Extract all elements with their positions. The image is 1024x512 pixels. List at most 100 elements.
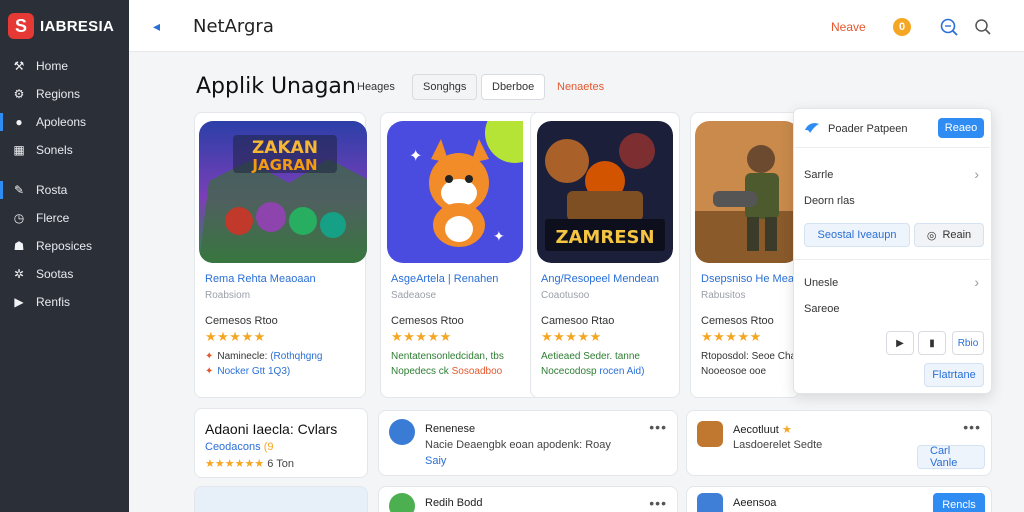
sidebar-item-label: Apoleons — [36, 115, 87, 129]
sidebar-item-home[interactable]: ⚒ Home — [0, 52, 129, 80]
sidebar-item-reposices[interactable]: ☗ Reposices — [0, 232, 129, 260]
app-note: ✦ Nocker Gtt 1Q3) — [205, 366, 290, 377]
more-options-icon[interactable]: ••• — [649, 495, 667, 511]
note-link[interactable]: (Rothqhgng — [270, 351, 322, 362]
chevron-right-icon[interactable]: › — [974, 166, 979, 182]
note-link[interactable]: rocen Aid) — [599, 366, 644, 377]
svg-text:✦: ✦ — [409, 148, 422, 165]
sidebar-item-rosta[interactable]: ✎ Rosta — [0, 176, 129, 204]
app-title[interactable]: AsgeArtela | Renahen — [391, 273, 498, 285]
featured-title[interactable]: Adaoni Iaecla: Cvlars — [205, 421, 337, 437]
sidebar: S IABRESIA ⚒ Home ⚙ Regions ● Apoleons ▦ Son… — [0, 0, 129, 512]
panel-header: Poader Patpeen — [828, 123, 908, 135]
app-note: Nopedecs ck Sosoadboo — [391, 366, 502, 377]
zoom-icon[interactable] — [939, 17, 959, 37]
flame-icon: ✦ — [205, 351, 214, 362]
svg-text:ZAMRESN: ZAMRESN — [555, 227, 654, 248]
app-thumbnail: ZAMRESN — [537, 121, 673, 263]
review-author[interactable]: Renenese — [425, 423, 475, 435]
featured-sub-text: Ceodacons — [205, 441, 261, 453]
panel-row[interactable]: Unesle — [804, 277, 838, 289]
app-logo[interactable]: S IABRESIA — [8, 10, 120, 42]
svg-text:JAGRAN: JAGRAN — [251, 156, 317, 174]
stop-icon[interactable]: ▮ — [918, 331, 946, 355]
rating-stars: ★★★★★ — [205, 329, 266, 344]
review-card[interactable]: Aecotluut ★ ••• Lasdoerelet Sedte Carl V… — [686, 410, 992, 476]
app-subtitle: Sadeaose — [391, 290, 437, 301]
panel-row[interactable]: Sarrle — [804, 169, 833, 181]
app-subtitle: Coaotusoo — [541, 290, 590, 301]
panel-secondary-label: Reain — [942, 229, 972, 241]
app-note: Aetieaed Seder. tanne — [541, 351, 640, 362]
app-title[interactable]: Ang/Resopeel Mendean — [541, 273, 659, 285]
app-subtitle: Rabusitos — [701, 290, 746, 301]
note-text: Naminecle: — [217, 351, 268, 362]
review-card[interactable]: Renenese ••• Nacie Deaengbk eoan apodenk… — [378, 410, 678, 476]
featured-card-2[interactable] — [194, 486, 368, 512]
sidebar-item-renfis[interactable]: ▶ Renfis — [0, 288, 129, 316]
note-text: Nopedecs ck — [391, 366, 449, 377]
review-author-name: Aecotluut — [733, 424, 779, 436]
sidebar-item-sonels[interactable]: ▦ Sonels — [0, 136, 129, 164]
sidebar-item-label: Renfis — [36, 295, 71, 309]
action-button[interactable]: Carl Vanle — [917, 445, 985, 469]
sidebar-item-label: Home — [36, 59, 69, 73]
review-card[interactable]: Aeensoa Rencls — [686, 486, 992, 512]
app-meta: Cemesos Rtoo — [391, 315, 464, 327]
app-meta: Cemesos Rtoo — [205, 315, 278, 327]
app-note: ✦ Naminecle: (Rothqhgng — [205, 351, 322, 362]
panel-small-button[interactable]: Rbio — [952, 331, 984, 355]
featured-card[interactable]: Adaoni Iaecla: Cvlars Ceodacons (9 ★★★★★… — [194, 408, 368, 478]
pen-icon: ✎ — [13, 183, 25, 197]
top-link[interactable]: Neave — [831, 20, 866, 34]
app-note: Nocecodosp rocen Aid) — [541, 366, 644, 377]
app-card[interactable]: ✦ ✦ AsgeArtela | Renahen Sadeaose Cemeso… — [380, 112, 552, 398]
review-author[interactable]: Aeensoa — [733, 497, 776, 509]
sidebar-item-label: Reposices — [36, 239, 93, 253]
page-title: Applik Unagan — [196, 74, 356, 99]
app-note: Nooeosoe ooe — [701, 366, 767, 377]
more-options-icon[interactable]: ••• — [649, 419, 667, 435]
gear-icon: ✲ — [13, 267, 25, 281]
sidebar-item-regions[interactable]: ⚙ Regions — [0, 80, 129, 108]
search-icon[interactable] — [974, 18, 992, 36]
review-author[interactable]: Aecotluut ★ — [733, 423, 792, 436]
coin-icon[interactable]: 0 — [893, 18, 911, 36]
app-card[interactable]: ZAMRESN Ang/Resopeel Mendean Coaotusoo C… — [530, 112, 680, 398]
filter-tab-2[interactable]: Songhgs — [412, 74, 478, 100]
app-meta: Cemesos Rtoo — [701, 315, 774, 327]
back-arrow-icon[interactable]: ◂ — [153, 18, 160, 35]
logo-text: IABRESIA — [40, 17, 115, 35]
featured-rating: ★★★★★★ 6 Ton — [205, 457, 294, 470]
app-thumbnail — [695, 121, 799, 263]
sidebar-item-flerce[interactable]: ◷ Flerce — [0, 204, 129, 232]
app-card[interactable]: ZAKAN JAGRAN Rema Rehta Meaoaan Roabsiom… — [194, 112, 367, 398]
note-link[interactable]: Sosoadboo — [452, 366, 503, 377]
play-icon[interactable]: ▶ — [886, 331, 914, 355]
filter-tab-4[interactable]: Nenaetes — [546, 74, 615, 100]
sidebar-nav-primary: ⚒ Home ⚙ Regions ● Apoleons ▦ Sonels — [0, 52, 129, 164]
sidebar-item-apoleons[interactable]: ● Apoleons — [0, 108, 129, 136]
panel-footer-button[interactable]: Flatrtane — [924, 363, 984, 387]
filter-tab-1[interactable]: Heages — [346, 74, 406, 100]
avatar — [697, 493, 723, 512]
grid-icon: ▦ — [13, 143, 25, 157]
note-link[interactable]: Gtt 1Q3) — [252, 366, 290, 377]
chevron-right-icon[interactable]: › — [974, 274, 979, 290]
panel-action-button[interactable]: Seostal Iveaupn — [804, 223, 910, 247]
more-options-icon[interactable]: ••• — [963, 419, 981, 435]
featured-sub-badge: (9 — [263, 441, 274, 453]
review-card[interactable]: Redih Bodd ••• — [378, 486, 678, 512]
panel-header-button[interactable]: Reaeo — [938, 118, 984, 138]
divider — [794, 259, 993, 260]
sidebar-item-sootas[interactable]: ✲ Sootas — [0, 260, 129, 288]
sidebar-item-label: Rosta — [36, 183, 68, 197]
filter-tab-3[interactable]: Dberboe — [481, 74, 546, 100]
avatar — [389, 493, 415, 512]
review-text-2[interactable]: Saiy — [425, 455, 446, 467]
primary-button[interactable]: Rencls — [933, 493, 985, 512]
review-author[interactable]: Redih Bodd — [425, 497, 483, 509]
app-title[interactable]: Rema Rehta Meaoaan — [205, 273, 316, 285]
app-card[interactable]: Dsepsniso He Meanth Rabusitos Cemesos Rt… — [690, 112, 809, 398]
panel-secondary-button[interactable]: ◎ Reain — [914, 223, 984, 247]
